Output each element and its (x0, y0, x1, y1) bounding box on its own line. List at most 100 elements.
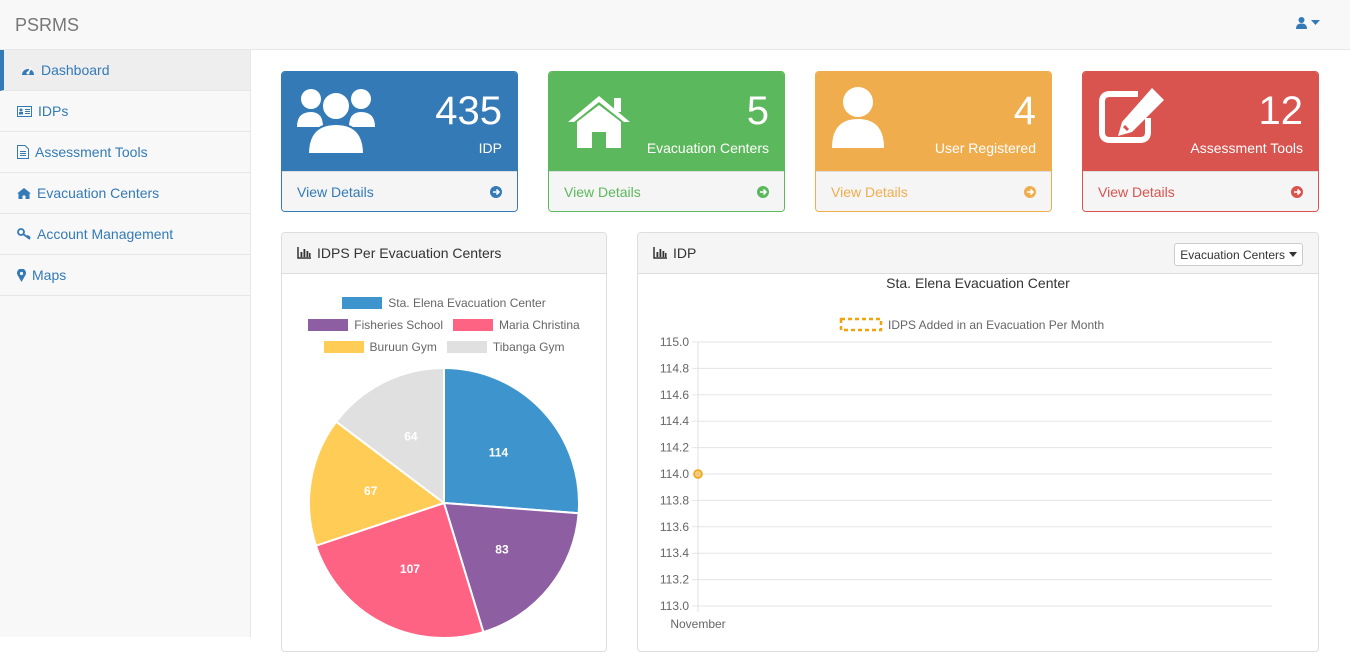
stat-label: Evacuation Centers (646, 140, 769, 156)
legend-row: Buruun Gym Tibanga Gym (282, 340, 606, 354)
data-point[interactable] (693, 469, 703, 479)
legend-label: Fisheries School (354, 318, 443, 332)
top-navbar: PSRMS (0, 0, 1350, 50)
user-icon (1296, 17, 1307, 29)
chart-title: Sta. Elena Evacuation Center (886, 275, 1070, 291)
line-chart-panel: IDP Evacuation Centers Sta. Elena Evacua… (637, 232, 1319, 652)
dashboard-icon (22, 67, 34, 75)
y-tick-label: 114.8 (660, 361, 689, 375)
y-tick-label: 115.0 (660, 335, 689, 349)
sidebar-item-account-management[interactable]: Account Management (0, 214, 250, 255)
users-icon (297, 89, 375, 154)
panel-title: IDPS Per Evacuation Centers (317, 245, 502, 261)
legend-label: Tibanga Gym (492, 340, 565, 354)
sidebar-item-assessment-tools[interactable]: Assessment Tools (0, 132, 250, 173)
stat-value: 5 (746, 89, 769, 133)
file-icon (17, 145, 29, 159)
panel-heading: IDPS Per Evacuation Centers (282, 233, 606, 274)
caret-down-icon (1289, 252, 1297, 257)
stat-value: 435 (435, 89, 502, 133)
stat-label: IDP (478, 140, 502, 156)
panel-title: IDP (673, 245, 697, 261)
legend-swatch (446, 341, 487, 353)
y-tick-label: 113.6 (660, 520, 689, 534)
stat-panel-idp: 435 IDP View Details (281, 71, 518, 212)
stat-panel-heading: 435 IDP (282, 72, 517, 171)
stat-panel-user-registered: 4 User Registered View Details (815, 71, 1052, 212)
pie-chart: 114 83 107 67 64 (308, 366, 580, 639)
stat-panel-heading: 5 Evacuation Centers (549, 72, 784, 171)
stat-panel-heading: 4 User Registered (816, 72, 1051, 171)
stat-label: User Registered (934, 140, 1036, 156)
home-icon (17, 187, 31, 199)
legend-item[interactable]: Maria Christina (453, 318, 580, 332)
y-tick-label: 114.6 (660, 388, 689, 402)
legend-swatch (342, 297, 383, 309)
y-tick-label: 113.2 (660, 573, 689, 587)
pie-data-label: 83 (495, 542, 509, 556)
pie-data-label: 67 (364, 484, 378, 498)
y-tick-label: 114.2 (660, 441, 689, 455)
y-tick-label: 114.0 (660, 467, 689, 481)
sidebar-item-dashboard[interactable]: Dashboard (0, 50, 250, 91)
pie-data-label: 64 (404, 430, 418, 444)
sidebar-item-evacuation-centers[interactable]: Evacuation Centers (0, 173, 250, 214)
arrow-circle-right-icon (1024, 186, 1036, 198)
pie-data-label: 107 (400, 562, 420, 576)
id-card-icon (17, 105, 32, 117)
stat-panel-assessment-tools: 12 Assessment Tools View Details (1082, 71, 1319, 212)
legend-item[interactable]: Buruun Gym (323, 340, 437, 354)
caret-down-icon (1311, 20, 1320, 25)
key-icon (17, 228, 31, 240)
sidebar-item-idps[interactable]: IDPs (0, 91, 250, 132)
evacuation-centers-dropdown[interactable]: Evacuation Centers (1174, 243, 1303, 266)
view-details-label: View Details (564, 184, 641, 200)
pie-data-label: 114 (489, 446, 509, 460)
view-details-link[interactable]: View Details (282, 171, 517, 211)
legend-item[interactable]: Tibanga Gym (446, 340, 565, 354)
view-details-link[interactable]: View Details (816, 171, 1051, 211)
brand-title[interactable]: PSRMS (15, 15, 79, 36)
x-tick-label: November (670, 617, 725, 631)
arrow-circle-right-icon (1291, 186, 1303, 198)
view-details-link[interactable]: View Details (549, 171, 784, 211)
legend-label: Buruun Gym (369, 340, 437, 354)
user-menu[interactable] (1296, 17, 1320, 29)
y-tick-label: 113.0 (660, 599, 689, 613)
sidebar-item-maps[interactable]: Maps (0, 255, 250, 296)
sidebar-item-label: Evacuation Centers (37, 185, 160, 201)
pie-chart-panel: IDPS Per Evacuation Centers Sta. Elena E… (281, 232, 607, 652)
pie-legend: Sta. Elena Evacuation Center Fisheries Sc… (282, 274, 606, 354)
legend-item[interactable]: Sta. Elena Evacuation Center (342, 296, 546, 310)
legend-swatch (453, 319, 493, 331)
home-icon (568, 96, 630, 148)
sidebar-item-label: Account Management (37, 226, 174, 242)
legend-swatch[interactable] (839, 317, 883, 332)
legend-label: Maria Christina (499, 318, 580, 332)
view-details-link[interactable]: View Details (1083, 171, 1318, 211)
stat-value: 4 (1013, 89, 1036, 133)
sidebar-item-label: IDPs (38, 103, 69, 119)
sidebar-item-label: Maps (32, 267, 67, 283)
stat-panel-evacuation-centers: 5 Evacuation Centers View Details (548, 71, 785, 212)
legend-item[interactable]: Fisheries School (308, 318, 443, 332)
stat-value: 12 (1258, 89, 1304, 133)
y-tick-label: 113.8 (660, 493, 689, 507)
sidebar-item-label: Assessment Tools (35, 144, 148, 160)
stat-panel-heading: 12 Assessment Tools (1083, 72, 1318, 171)
line-chart: Sta. Elena Evacuation Center IDPS Added i… (660, 275, 1272, 631)
bar-chart-icon (653, 247, 667, 259)
sidebar: Dashboard IDPs Assessment Tools Evacuati… (0, 50, 251, 637)
sidebar-item-label: Dashboard (41, 62, 110, 78)
legend-label: Sta. Elena Evacuation Center (388, 296, 546, 310)
legend-swatch (308, 319, 349, 331)
y-tick-label: 113.4 (660, 546, 689, 560)
legend-row: Fisheries School Maria Christina (282, 318, 606, 332)
arrow-circle-right-icon (490, 186, 502, 198)
arrow-circle-right-icon (757, 186, 769, 198)
legend-row: Sta. Elena Evacuation Center (282, 296, 606, 310)
view-details-label: View Details (297, 184, 374, 200)
pie-slice[interactable] (443, 366, 580, 515)
dropdown-label: Evacuation Centers (1180, 247, 1285, 262)
stat-label: Assessment Tools (1190, 140, 1303, 156)
